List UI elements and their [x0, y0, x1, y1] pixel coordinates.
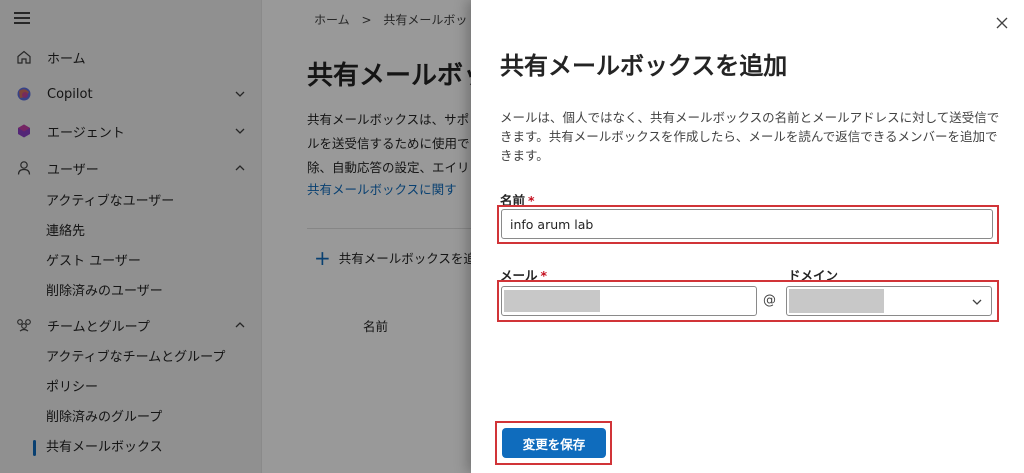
chevron-down-icon [972, 299, 982, 305]
at-sign: @ [763, 293, 776, 308]
redacted-domain-value [789, 289, 884, 313]
panel-description: メールは、個人ではなく、共有メールボックスの名前とメールアドレスに対して送受信で… [500, 110, 1000, 163]
modal-overlay[interactable] [0, 0, 471, 473]
close-icon[interactable] [994, 15, 1010, 31]
add-shared-mailbox-panel: 共有メールボックスを追加 メールは、個人ではなく、共有メールボックスの名前とメー… [471, 0, 1024, 473]
panel-title: 共有メールボックスを追加 [500, 52, 788, 80]
redacted-email-value [504, 290, 600, 312]
save-button[interactable]: 変更を保存 [502, 428, 606, 458]
name-input-value: info arum lab [510, 216, 594, 232]
name-input[interactable]: info arum lab [501, 209, 993, 239]
